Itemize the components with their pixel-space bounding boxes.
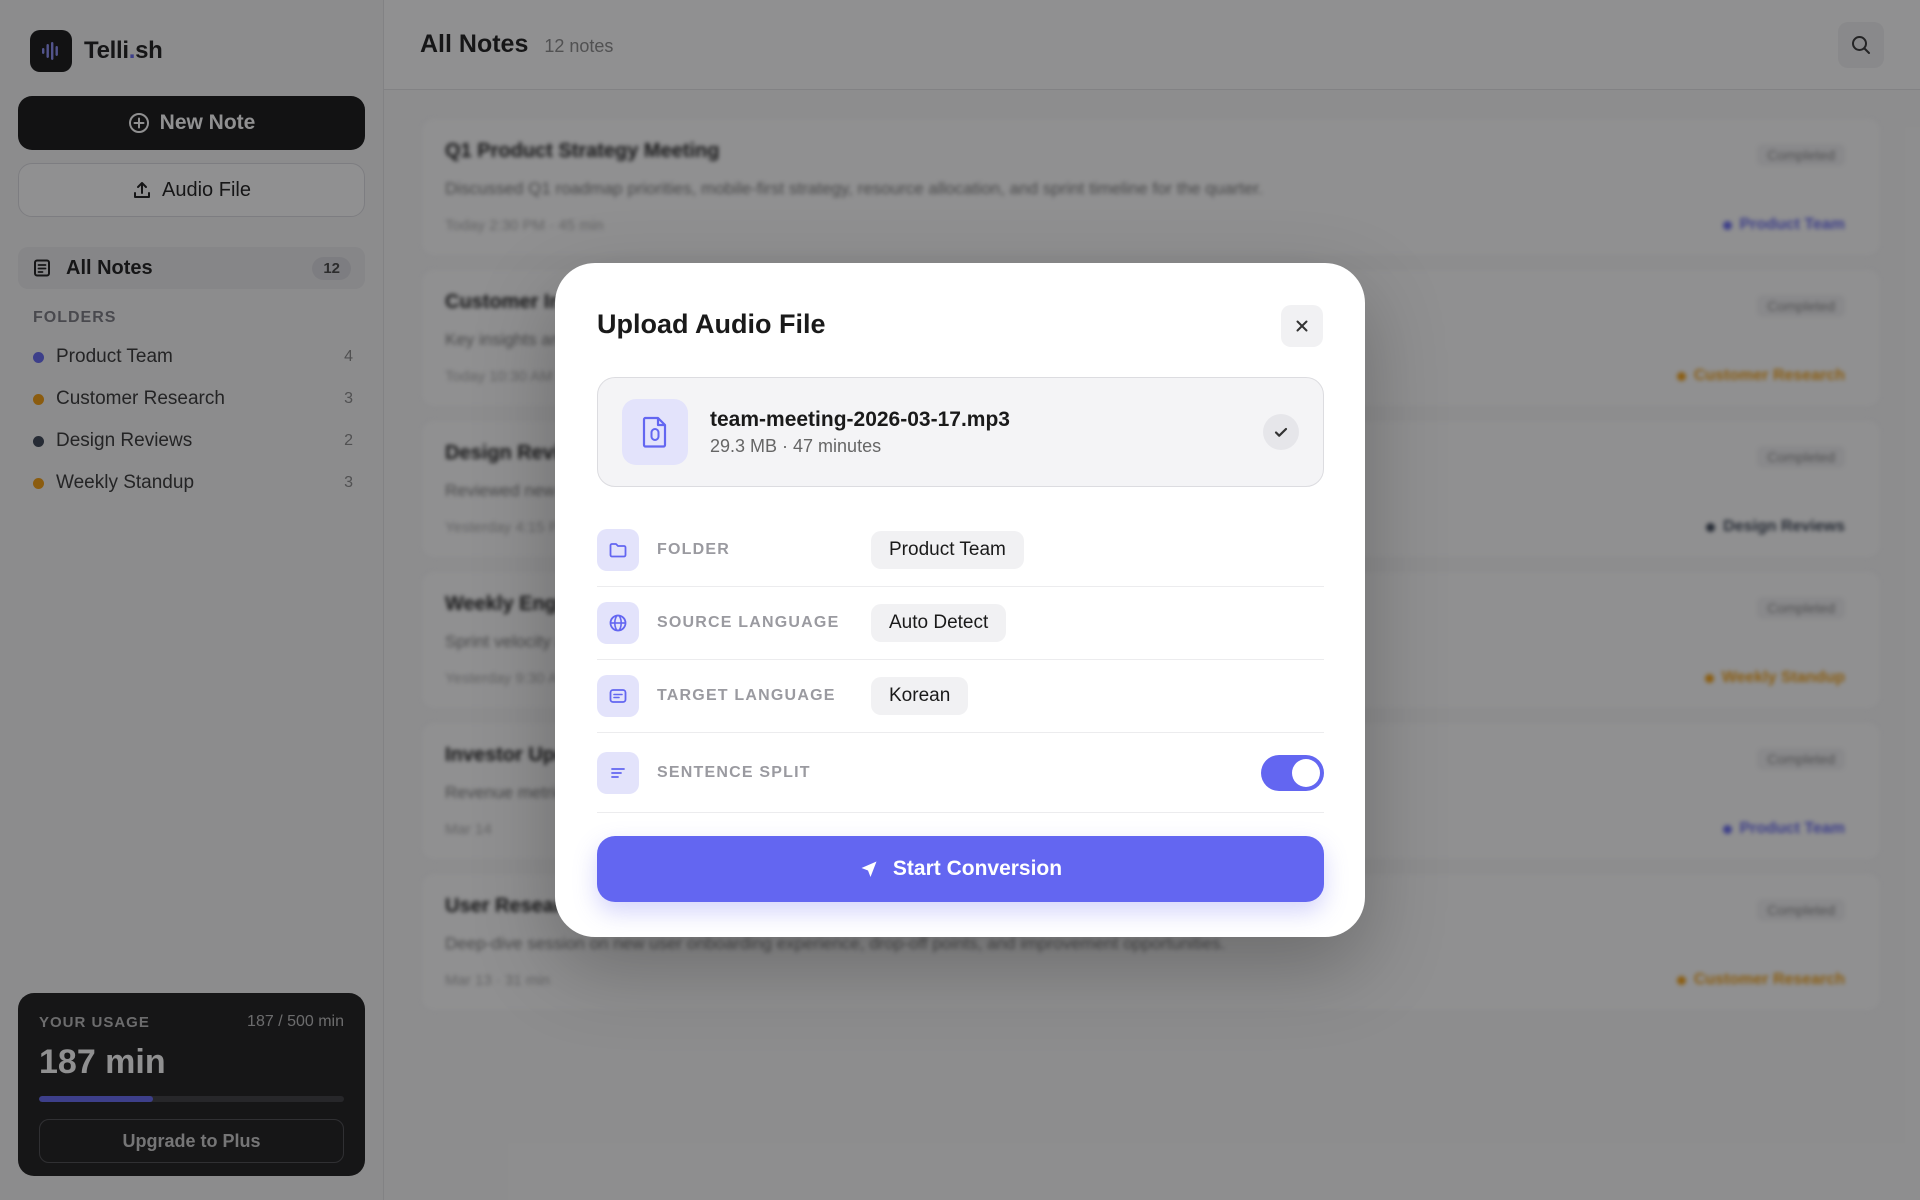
globe-icon [597,602,639,644]
start-conversion-button[interactable]: Start Conversion [597,836,1324,902]
file-meta: 29.3 MB · 47 minutes [710,435,882,456]
folder-select[interactable]: Product Team [871,531,1024,569]
audio-file-icon [622,399,688,465]
sentence-split-toggle[interactable] [1261,755,1324,791]
source-language-select[interactable]: Auto Detect [871,604,1007,642]
option-target-language[interactable]: TARGET LANGUAGE Korean [597,660,1324,733]
option-source-language[interactable]: SOURCE LANGUAGE Auto Detect [597,587,1324,660]
upload-audio-modal: Upload Audio File team-meeting-2026-03-1… [555,263,1365,937]
option-folder[interactable]: FOLDER Product Team [597,514,1324,587]
option-label: TARGET LANGUAGE [657,687,836,704]
option-label: FOLDER [657,541,730,558]
align-left-icon [597,751,639,794]
send-icon [861,861,877,877]
close-icon [1296,320,1308,332]
option-label: SOURCE LANGUAGE [657,614,840,631]
option-label: SENTENCE SPLIT [657,763,811,781]
option-sentence-split: SENTENCE SPLIT [597,733,1324,813]
translate-icon [597,675,639,717]
modal-title: Upload Audio File [597,309,826,339]
selected-file-card[interactable]: team-meeting-2026-03-17.mp3 29.3 MB · 47… [597,377,1324,487]
folder-icon [597,529,639,571]
close-button[interactable] [1281,305,1323,347]
target-language-select[interactable]: Korean [871,677,969,715]
file-name: team-meeting-2026-03-17.mp3 [710,407,1010,431]
start-conversion-label: Start Conversion [892,857,1063,880]
check-icon [1263,414,1299,450]
toggle-knob [1292,759,1320,787]
